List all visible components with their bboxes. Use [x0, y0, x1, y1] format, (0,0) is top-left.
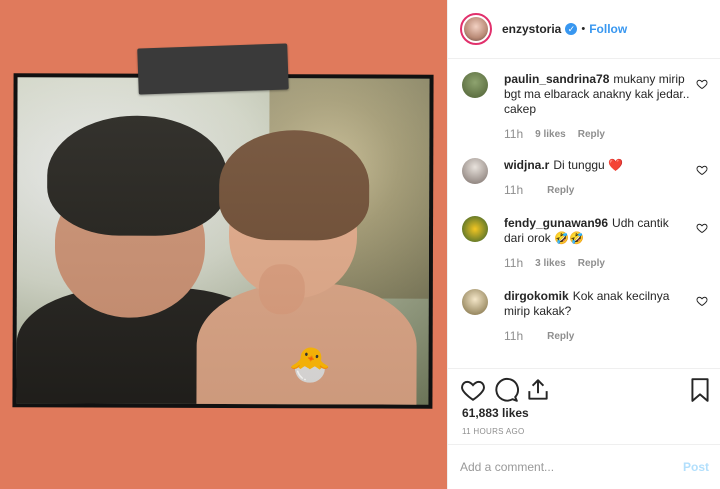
- commenter-username[interactable]: fendy_gunawan96: [504, 216, 608, 230]
- comment-time: 11h: [504, 183, 524, 197]
- comment-item: paulin_sandrina78 mukany mirip bgt ma elb…: [462, 72, 714, 141]
- post-header: enzystoria ✓ • Follow: [448, 0, 720, 59]
- likes-count[interactable]: 61,883 likes: [462, 406, 529, 420]
- comment-likes[interactable]: 3 likes: [535, 258, 566, 269]
- heart-outline-icon[interactable]: [696, 164, 708, 176]
- post-side-panel: enzystoria ✓ • Follow paulin_sandrina78 m…: [447, 0, 720, 489]
- post-timestamp: 11 HOURS AGO: [462, 427, 525, 436]
- comment-meta: 11h Reply: [504, 183, 714, 197]
- reply-button[interactable]: Reply: [578, 258, 605, 269]
- commenter-avatar[interactable]: [462, 216, 488, 242]
- comment-item: widjna.r Di tunggu ❤️ 11h Reply: [462, 158, 714, 197]
- commenter-username[interactable]: dirgokomik: [504, 289, 569, 303]
- add-comment-bar: Post: [448, 444, 720, 489]
- comment-text: Di tunggu ❤️: [553, 158, 623, 172]
- author-avatar[interactable]: [460, 13, 492, 45]
- tape-decoration: [137, 43, 289, 95]
- reply-button[interactable]: Reply: [547, 331, 574, 342]
- comment-input[interactable]: [460, 460, 683, 474]
- comment-time: 11h: [504, 329, 524, 343]
- comment-body: dirgokomik Kok anak kecilnya mirip kakak?: [504, 289, 690, 319]
- follow-button[interactable]: Follow: [589, 22, 627, 36]
- share-icon[interactable]: [525, 377, 551, 403]
- verified-badge-icon: ✓: [565, 23, 578, 35]
- heart-outline-icon[interactable]: [696, 222, 708, 234]
- comments-list: paulin_sandrina78 mukany mirip bgt ma elb…: [448, 60, 720, 368]
- comment-body: fendy_gunawan96 Udh cantik dari orok 🤣🤣: [504, 216, 690, 246]
- heart-outline-icon[interactable]: [696, 295, 708, 307]
- comment-likes[interactable]: 9 likes: [535, 129, 566, 140]
- post-comment-button[interactable]: Post: [683, 460, 709, 474]
- comment-time: 11h: [504, 127, 524, 141]
- reply-button[interactable]: Reply: [578, 129, 605, 140]
- heart-icon[interactable]: [460, 377, 486, 403]
- post-image[interactable]: 🐣: [16, 77, 430, 405]
- commenter-avatar[interactable]: [462, 72, 488, 98]
- comment-item: dirgokomik Kok anak kecilnya mirip kakak?…: [462, 289, 714, 343]
- comment-meta: 11h 3 likes Reply: [504, 256, 714, 270]
- post-actions-bar: 61,883 likes 11 HOURS AGO: [448, 368, 720, 443]
- comment-meta: 11h Reply: [504, 329, 714, 343]
- separator-dot: •: [581, 23, 586, 35]
- heart-outline-icon[interactable]: [696, 78, 708, 90]
- comment-item: fendy_gunawan96 Udh cantik dari orok 🤣🤣 1…: [462, 216, 714, 270]
- commenter-avatar[interactable]: [462, 158, 488, 184]
- comment-body: paulin_sandrina78 mukany mirip bgt ma elb…: [504, 72, 690, 117]
- comment-icon[interactable]: [493, 377, 519, 403]
- commenter-avatar[interactable]: [462, 289, 488, 315]
- commenter-username[interactable]: paulin_sandrina78: [504, 72, 609, 86]
- reply-button[interactable]: Reply: [547, 185, 574, 196]
- bookmark-icon[interactable]: [687, 377, 713, 403]
- comment-meta: 11h 9 likes Reply: [504, 127, 714, 141]
- author-username[interactable]: enzystoria: [502, 22, 561, 36]
- comment-time: 11h: [504, 256, 524, 270]
- photo-frame: 🐣: [12, 73, 434, 409]
- comment-body: widjna.r Di tunggu ❤️: [504, 158, 690, 173]
- commenter-username[interactable]: widjna.r: [504, 158, 549, 172]
- post-photo-area: 🐣: [0, 0, 447, 489]
- photo-vintage-overlay: [16, 77, 430, 405]
